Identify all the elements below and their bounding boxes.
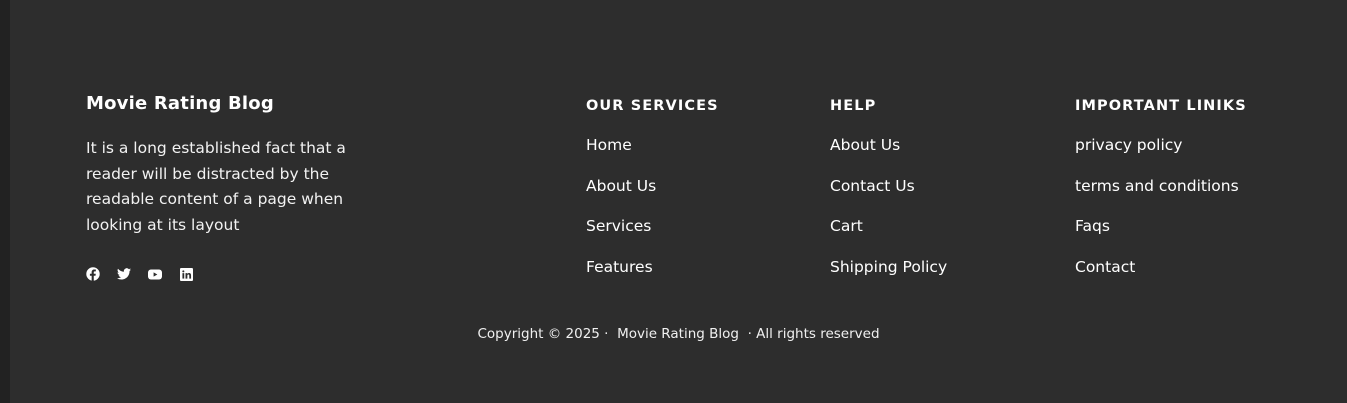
footer-link-cart[interactable]: Cart <box>830 217 863 235</box>
list-item: Home <box>586 135 719 176</box>
left-edge-strip <box>0 0 10 403</box>
list-item: About Us <box>830 135 947 176</box>
twitter-link[interactable] <box>117 266 131 282</box>
footer-column-help: HELP About Us Contact Us Cart Shipping P… <box>830 96 947 298</box>
list-item: Features <box>586 257 719 298</box>
footer-column-services: OUR SERVICES Home About Us Services Feat… <box>586 96 719 298</box>
list-item: Contact <box>1075 257 1247 298</box>
brand-column: Movie Rating Blog It is a long establish… <box>86 92 356 239</box>
copyright-prefix: Copyright © 2025 · <box>477 326 609 342</box>
footer-column-important-links: IMPORTANT LINIKS privacy policy terms an… <box>1075 96 1247 298</box>
facebook-link[interactable] <box>86 266 100 282</box>
footer-link-features[interactable]: Features <box>586 258 653 276</box>
services-heading: OUR SERVICES <box>586 98 719 114</box>
footer-link-home[interactable]: Home <box>586 136 632 154</box>
facebook-icon <box>86 267 100 281</box>
help-links: About Us Contact Us Cart Shipping Policy <box>830 135 947 298</box>
brand-description: It is a long established fact that a rea… <box>86 139 346 235</box>
copyright-brand: Movie Rating Blog <box>617 326 739 342</box>
list-item: Contact Us <box>830 176 947 217</box>
footer-link-contact-us[interactable]: Contact Us <box>830 177 915 195</box>
footer-link-shipping-policy[interactable]: Shipping Policy <box>830 258 947 276</box>
footer-link-services[interactable]: Services <box>586 217 651 235</box>
youtube-link[interactable] <box>148 266 162 282</box>
list-item: Shipping Policy <box>830 257 947 298</box>
list-item: Services <box>586 216 719 257</box>
copyright-suffix: · All rights reserved <box>747 326 880 342</box>
footer-link-about-us[interactable]: About Us <box>586 177 656 195</box>
important-links-heading: IMPORTANT LINIKS <box>1075 98 1247 114</box>
important-links: privacy policy terms and conditions Faqs… <box>1075 135 1247 298</box>
help-heading: HELP <box>830 98 877 114</box>
footer-link-about-us[interactable]: About Us <box>830 136 900 154</box>
footer-link-faqs[interactable]: Faqs <box>1075 217 1110 235</box>
list-item: privacy policy <box>1075 135 1247 176</box>
youtube-icon <box>148 269 162 279</box>
footer-link-contact[interactable]: Contact <box>1075 258 1135 276</box>
linkedin-icon <box>179 267 193 281</box>
footer-link-privacy-policy[interactable]: privacy policy <box>1075 136 1182 154</box>
site-footer: Movie Rating Blog It is a long establish… <box>10 0 1347 403</box>
list-item: About Us <box>586 176 719 217</box>
social-links <box>86 266 193 282</box>
brand-title: Movie Rating Blog <box>86 93 274 114</box>
twitter-icon <box>117 268 131 280</box>
list-item: terms and conditions <box>1075 176 1247 217</box>
list-item: Faqs <box>1075 216 1247 257</box>
list-item: Cart <box>830 216 947 257</box>
services-links: Home About Us Services Features <box>586 135 719 298</box>
copyright-text: Copyright © 2025 · Movie Rating Blog · A… <box>10 324 1347 344</box>
footer-link-terms[interactable]: terms and conditions <box>1075 177 1239 195</box>
linkedin-link[interactable] <box>179 266 193 282</box>
